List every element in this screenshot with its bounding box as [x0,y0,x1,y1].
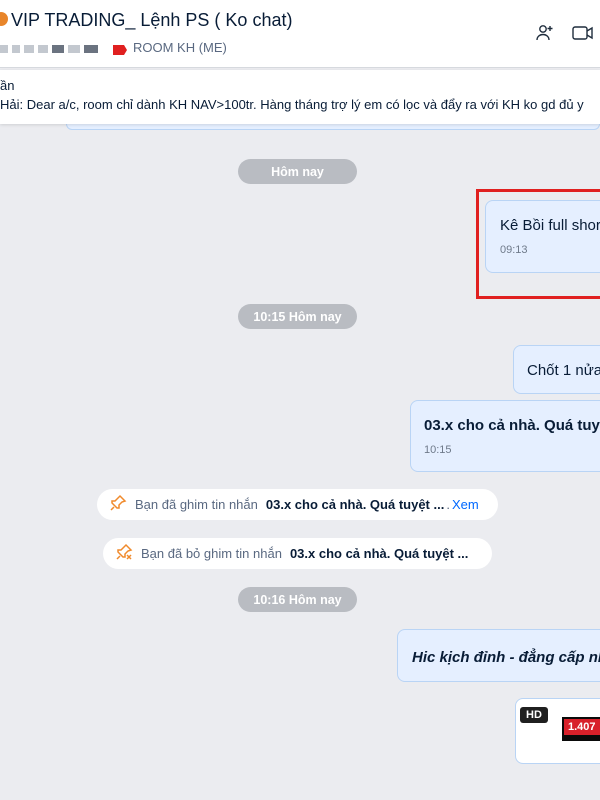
message-time: 10:15 [424,444,452,456]
system-notice-pinned: Bạn đã ghim tin nhắn 03.x cho cả nhà. Qu… [97,489,498,520]
room-label-text: ROOM KH (ME) [133,40,227,55]
video-thumbnail[interactable]: 1.407 [562,717,600,741]
date-separator: 10:16 Hôm nay [238,587,357,612]
hd-badge: HD [520,707,548,723]
add-member-icon[interactable] [534,22,556,44]
notice-message-ref: 03.x cho cả nhà. Quá tuyệt ... [265,497,445,512]
video-thumbnail-text: 1.407 [564,719,600,735]
message-bubble[interactable]: 03.x cho cả nhà. Quá tuyệt 10:15 [410,400,600,472]
notice-text: Bạn đã bỏ ghim tin nhắn [141,546,282,561]
message-text: Hic kịch đỉnh - đẳng cấp nh [412,649,600,666]
system-notice-unpinned: Bạn đã bỏ ghim tin nhắn 03.x cho cả nhà.… [103,538,492,569]
message-text: 03.x cho cả nhà. Quá tuyệt [424,417,600,434]
notice-dot: . [446,497,450,512]
pinned-text: Hải: Dear a/c, room chỉ dành KH NAV>100t… [0,97,584,112]
notice-message-ref: 03.x cho cả nhà. Quá tuyệt ... [289,546,469,561]
notice-text: Bạn đã ghim tin nhắn [135,497,258,512]
pin-icon [109,494,127,515]
label-tag-icon [113,43,127,55]
group-avatar[interactable] [0,12,8,26]
video-call-icon[interactable] [572,22,594,44]
member-avatars-strip[interactable] [0,45,98,53]
highlight-box [476,189,600,299]
chat-title[interactable]: VIP TRADING_ Lệnh PS ( Ko chat) [11,10,292,31]
message-text: Chốt 1 nửa [527,362,600,379]
message-bubble[interactable]: Hic kịch đỉnh - đẳng cấp nh [397,629,600,682]
unpin-icon [115,543,133,564]
view-link[interactable]: Xem [452,497,479,512]
message-bubble[interactable]: Chốt 1 nửa [513,345,600,394]
pinned-message-bar[interactable]: ần Hải: Dear a/c, room chỉ dành KH NAV>1… [0,70,600,124]
date-separator: Hôm nay [238,159,357,184]
room-label-tag[interactable]: ROOM KH (ME) [113,40,227,55]
pinned-sender: ần [0,78,15,93]
date-separator: 10:15 Hôm nay [238,304,357,329]
chat-header: VIP TRADING_ Lệnh PS ( Ko chat) ROOM KH … [0,0,600,68]
